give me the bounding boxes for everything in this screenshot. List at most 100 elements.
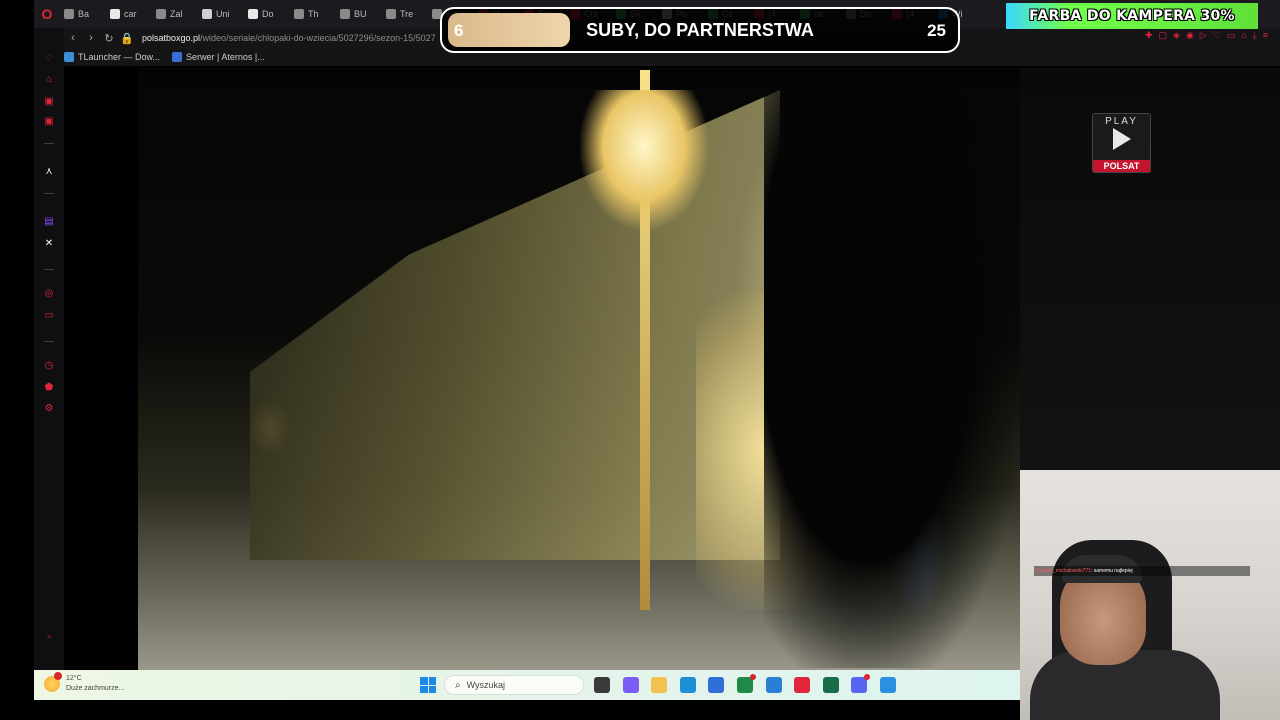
discord-icon[interactable] (851, 674, 871, 693)
sidebar-wallet-icon[interactable]: ▭ (34, 310, 64, 321)
browser-tab[interactable]: Do (244, 3, 290, 25)
logo-bottom-text: POLSAT (1093, 160, 1150, 172)
browser-tab[interactable]: Zal (152, 3, 198, 25)
windows-start-icon[interactable] (420, 677, 436, 693)
promo-banner: FARBA DO KAMPERA 30% (1006, 3, 1258, 29)
browser-tab[interactable]: Th (290, 3, 336, 25)
tab-label: Ba (78, 9, 90, 19)
edge-icon[interactable] (679, 677, 696, 693)
sidebar-messenger-icon[interactable]: ▣ (34, 96, 64, 107)
chat-text: : samemu najlepiej (1090, 568, 1133, 574)
sub-goal-title: SUBY, DO PARTNERSTWA (586, 20, 814, 40)
browser-sidebar: ◌ ⌂ ▣ ▣ — ⋏ — ▤ ✕ — ◎ ▭ — ◷ ⬟ ⚙ ▫ (34, 28, 64, 670)
wallet-icon[interactable]: ▭ (1227, 30, 1236, 41)
tab-label: BU (354, 9, 367, 19)
sidebar-arrow-icon[interactable]: ⋏ (34, 166, 64, 177)
opera-menu-icon[interactable]: O (34, 0, 60, 28)
browser-tab[interactable]: Tre (382, 3, 428, 25)
reload-icon[interactable]: ↻ (100, 32, 118, 45)
sidebar-mail-icon[interactable]: ▣ (34, 116, 64, 127)
search-icon: ⌕ (455, 679, 461, 691)
bookmark-favicon-icon (172, 52, 183, 62)
tab-label: car (124, 9, 137, 19)
tab-label: Do (262, 9, 274, 19)
tab-label: Th (308, 9, 319, 19)
weather-icon (44, 672, 62, 692)
browser-tab[interactable]: BU (336, 3, 382, 25)
vpn-icon[interactable]: ◈ (1173, 30, 1180, 41)
video-scene-lamp-light (580, 90, 708, 230)
spotify-like-icon[interactable] (822, 677, 839, 693)
sidebar-settings-icon[interactable]: ⚙ (34, 403, 64, 414)
windows-taskbar: 12°C Duże zachmurze... ⌕ Wyszukaj (34, 670, 1020, 700)
task-view-icon[interactable] (594, 677, 610, 693)
bookmark-item[interactable]: Serwer | Aternos |... (172, 52, 265, 62)
url-field[interactable]: polsatboxgo.pl/wideo/seriale/chlopaki-do… (142, 33, 436, 43)
sidebar-bag-icon[interactable]: ⌂ (34, 74, 64, 85)
file-explorer-icon[interactable] (651, 677, 668, 693)
notification-badge (54, 672, 62, 680)
chat-message: Czeslaw_michalowski771: samemu najlepiej (1034, 566, 1250, 576)
logo-top-text: PLAY (1105, 116, 1138, 127)
browser-toolbar-icons: ✚ ▢ ◈ ◉ ▷ ♡ ▭ ⌂ ⤓ ≡ (1145, 30, 1268, 41)
browser-tab[interactable]: Ba (60, 3, 106, 25)
app-icon[interactable] (880, 677, 896, 693)
tab-favicon-icon (340, 9, 350, 19)
tab-label: Zal (170, 9, 183, 19)
weather-widget[interactable]: 12°C Duże zachmurze... (44, 672, 125, 694)
excel-icon[interactable] (737, 674, 756, 693)
search-placeholder: Wyszukaj (466, 680, 506, 690)
bookmark-label: Serwer | Aternos |... (186, 52, 265, 62)
sidebar-history-icon[interactable]: ◷ (34, 360, 64, 371)
sidebar-x-icon[interactable]: ✕ (34, 238, 64, 249)
sidebar-player-icon[interactable]: ◎ (34, 288, 64, 299)
bookmark-item[interactable]: TLauncher — Dow... (64, 52, 160, 62)
sidebar-divider: — (44, 336, 54, 347)
chat-user: Czeslaw_michalowski771 (1034, 568, 1091, 574)
weather-desc: Duże zachmurze... (66, 685, 125, 692)
url-path: /wideo/seriale/chlopaki-do-wziecia/50272… (200, 33, 436, 43)
tab-favicon-icon (294, 9, 304, 19)
play-polsat-logo: PLAY POLSAT (1092, 113, 1151, 173)
lock-icon: 🔒 (120, 32, 134, 45)
pin-icon[interactable]: ✚ (1145, 30, 1153, 41)
promo-text: FARBA DO KAMPERA 30% (1029, 8, 1235, 24)
download-icon[interactable]: ⤓ (1253, 30, 1257, 41)
tab-favicon-icon (156, 9, 166, 19)
snapshot-icon[interactable]: ▢ (1159, 30, 1168, 41)
menu-icon[interactable]: ≡ (1263, 30, 1268, 41)
tab-label: Uni (216, 9, 230, 19)
weather-temp: 12°C (66, 675, 82, 682)
video-scene-shadow (764, 68, 1020, 668)
browser-tab[interactable]: car (106, 3, 152, 25)
copilot-icon[interactable] (622, 677, 639, 693)
sidebar-ai-icon[interactable]: ◌ (34, 52, 64, 63)
heart-icon[interactable]: ♡ (1213, 30, 1221, 41)
tab-favicon-icon (64, 9, 74, 19)
bookmark-label: TLauncher — Dow... (78, 52, 161, 62)
forward-icon[interactable]: › (82, 32, 100, 44)
vscode-icon[interactable] (765, 677, 782, 693)
tab-favicon-icon (386, 9, 396, 19)
sidebar-divider: — (44, 264, 54, 275)
play-triangle-icon (1112, 128, 1131, 150)
tab-favicon-icon (248, 9, 258, 19)
browser-tab[interactable]: Uni (198, 3, 244, 25)
opera-icon[interactable] (794, 677, 811, 693)
shield-icon[interactable]: ◉ (1186, 30, 1194, 41)
tab-favicon-icon (202, 9, 212, 19)
store-icon[interactable] (708, 677, 725, 693)
play-icon[interactable]: ▷ (1200, 30, 1207, 41)
sidebar-twitch-icon[interactable]: ▤ (34, 216, 64, 227)
sub-goal-bar: 6 SUBY, DO PARTNERSTWA 25 (440, 7, 960, 53)
sidebar-extensions-icon[interactable]: ⬟ (34, 382, 64, 393)
sidebar-divider: — (44, 138, 54, 149)
tab-favicon-icon (110, 9, 120, 19)
taskbar-search[interactable]: ⌕ Wyszukaj (444, 675, 584, 695)
url-host: polsatboxgo.pl (142, 33, 201, 43)
tab-label: Tre (400, 9, 414, 19)
extensions-icon[interactable]: ⌂ (1241, 30, 1246, 41)
sub-goal-target: 25 (927, 21, 946, 40)
sidebar-gx-icon[interactable]: ▫ (34, 632, 64, 643)
back-icon[interactable]: ‹ (64, 32, 82, 44)
